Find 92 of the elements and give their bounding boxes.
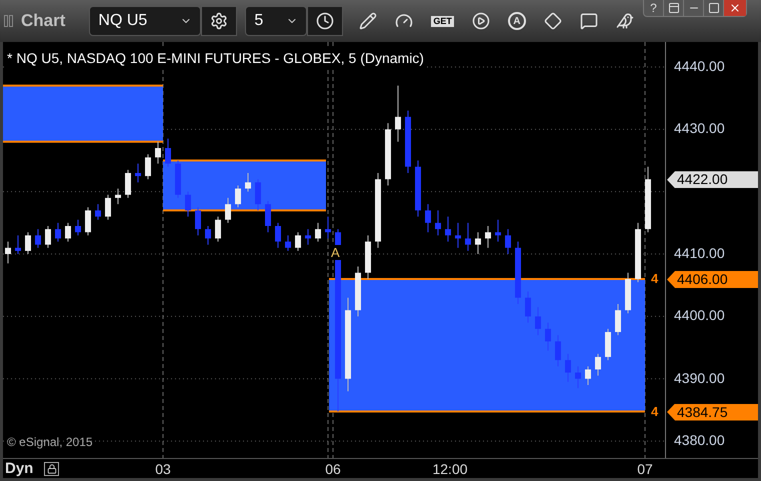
candlestick xyxy=(165,138,171,168)
time-label: 07 xyxy=(637,461,653,477)
candlestick xyxy=(275,222,281,248)
maximize-icon xyxy=(708,2,720,14)
candlestick xyxy=(225,197,231,224)
candlestick xyxy=(135,163,141,183)
window-icon xyxy=(668,2,680,14)
bird-icon[interactable] xyxy=(616,12,634,30)
candlestick xyxy=(305,228,311,246)
lock-icon[interactable] xyxy=(44,462,59,476)
candlestick xyxy=(215,216,221,242)
price-label: 4400.00 xyxy=(674,308,725,322)
candlestick xyxy=(545,322,551,352)
candlestick xyxy=(325,216,331,239)
time-label: 06 xyxy=(325,461,341,477)
candlestick xyxy=(535,306,541,336)
candlestick xyxy=(435,210,441,236)
candlestick xyxy=(295,232,301,252)
time-label: 03 xyxy=(155,461,171,477)
candlestick xyxy=(245,172,251,192)
price-label: 4410.00 xyxy=(674,246,725,260)
gauge-icon[interactable] xyxy=(395,12,414,30)
candlestick xyxy=(455,222,461,248)
candlestick xyxy=(75,219,81,236)
price-label: 4380.00 xyxy=(674,433,725,448)
candlestick xyxy=(445,216,451,242)
cut-price-label: 4 xyxy=(651,404,658,418)
candlestick xyxy=(155,141,161,164)
settings-icon xyxy=(210,12,228,30)
symbol-dropdown[interactable]: NQ U5 xyxy=(89,6,202,36)
clock-button[interactable] xyxy=(307,6,344,36)
diamond-icon[interactable] xyxy=(544,12,562,30)
candlestick xyxy=(465,222,471,252)
price-label: 4390.00 xyxy=(674,370,725,385)
candlestick xyxy=(615,303,621,336)
pencil-icon[interactable] xyxy=(359,12,378,30)
time-label: 12:00 xyxy=(432,461,468,477)
candlestick xyxy=(235,184,241,208)
candlestick xyxy=(25,232,31,255)
price-tag: 4384.75 xyxy=(667,404,758,421)
price-tag: 4406.00 xyxy=(667,271,758,288)
candlestick xyxy=(125,169,131,198)
candlestick xyxy=(255,178,261,211)
candlestick xyxy=(285,234,291,252)
candlestick xyxy=(205,225,211,246)
candlestick xyxy=(505,228,511,255)
price-label: 4430.00 xyxy=(674,121,725,136)
price-tag: 4422.00 xyxy=(667,171,758,188)
candlestick xyxy=(85,206,91,236)
candlestick xyxy=(315,222,321,242)
candlestick xyxy=(525,290,531,324)
candlestick xyxy=(35,228,41,248)
play-icon[interactable] xyxy=(472,12,490,30)
settings-button[interactable] xyxy=(201,6,238,36)
candlestick xyxy=(185,191,191,218)
alert-button[interactable]: A xyxy=(508,12,526,30)
candlestick xyxy=(265,200,271,233)
candlestick xyxy=(65,222,71,242)
clock-icon xyxy=(316,12,334,30)
window-title: Chart xyxy=(21,10,66,32)
candlestick xyxy=(475,232,481,255)
candlestick xyxy=(15,234,21,255)
speech-bubble-icon[interactable] xyxy=(580,12,598,30)
candlestick xyxy=(45,225,51,248)
interval-dropdown[interactable]: 5 xyxy=(245,6,308,36)
mode-label: Dyn xyxy=(5,460,34,478)
candlestick xyxy=(575,366,581,389)
candlestick xyxy=(425,204,431,233)
candlestick xyxy=(595,353,601,376)
chart-legend: * NQ U5, NASDAQ 100 E-MINI FUTURES - GLOBEX, 5 (Dynamic) xyxy=(7,48,424,69)
candlestick xyxy=(555,334,561,367)
candlestick xyxy=(195,206,201,236)
candlestick xyxy=(95,204,101,220)
candlestick xyxy=(395,85,401,142)
candlestick xyxy=(565,353,571,382)
candlestick xyxy=(485,225,491,248)
candlestick xyxy=(145,154,151,180)
candlestick xyxy=(115,188,121,205)
help-button[interactable]: ? xyxy=(644,0,664,16)
candlestick xyxy=(105,194,111,220)
copyright-text: © eSignal, 2015 xyxy=(7,434,93,451)
close-icon xyxy=(729,2,741,14)
grip-icon xyxy=(4,15,13,27)
candlestick xyxy=(5,241,11,264)
close-button[interactable] xyxy=(724,0,746,16)
marker-label: A xyxy=(330,245,341,260)
candlestick xyxy=(55,222,61,242)
cut-price-label: 4 xyxy=(651,272,658,285)
candlestick xyxy=(585,366,591,386)
price-label: 4440.00 xyxy=(674,58,725,73)
get-button[interactable]: GET xyxy=(431,16,454,26)
candlestick xyxy=(495,219,501,242)
